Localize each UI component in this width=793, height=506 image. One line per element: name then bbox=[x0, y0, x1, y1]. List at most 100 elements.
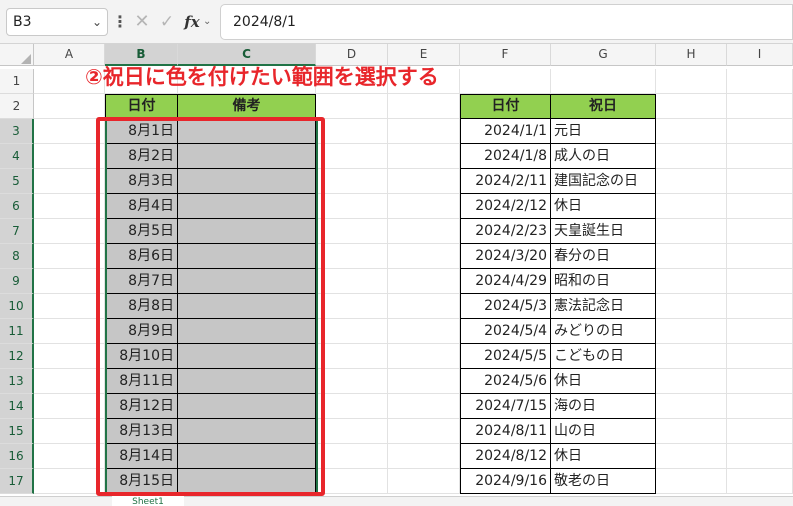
row-header-14[interactable]: 14 bbox=[0, 394, 34, 419]
holiday-date-cell[interactable]: 2024/7/15 bbox=[460, 394, 551, 419]
row-header-16[interactable]: 16 bbox=[0, 444, 34, 469]
check-icon[interactable]: ✓ bbox=[157, 8, 177, 36]
grid-cell[interactable] bbox=[656, 469, 727, 494]
grid-cell[interactable] bbox=[34, 444, 105, 469]
row-header-6[interactable]: 6 bbox=[0, 194, 34, 219]
holiday-name-cell[interactable]: 春分の日 bbox=[551, 244, 656, 269]
grid-cell[interactable] bbox=[316, 194, 388, 219]
holiday-date-cell[interactable]: 2024/2/12 bbox=[460, 194, 551, 219]
holiday-name-cell[interactable]: 休日 bbox=[551, 444, 656, 469]
grid-cell[interactable] bbox=[316, 169, 388, 194]
row-header-4[interactable]: 4 bbox=[0, 144, 34, 169]
grid-cell[interactable] bbox=[727, 269, 793, 294]
grid-cell[interactable] bbox=[34, 319, 105, 344]
grid-cell[interactable] bbox=[656, 444, 727, 469]
grid-cell[interactable] bbox=[388, 269, 460, 294]
holiday-date-cell[interactable]: 2024/5/5 bbox=[460, 344, 551, 369]
grid-cell[interactable] bbox=[551, 69, 656, 94]
grid-cell[interactable] bbox=[316, 119, 388, 144]
row-header-9[interactable]: 9 bbox=[0, 269, 34, 294]
grid-cell[interactable] bbox=[656, 319, 727, 344]
grid-cell[interactable] bbox=[316, 269, 388, 294]
holiday-name-cell[interactable]: 昭和の日 bbox=[551, 269, 656, 294]
grid-cell[interactable] bbox=[727, 119, 793, 144]
grid-cell[interactable] bbox=[656, 269, 727, 294]
holiday-name-cell[interactable]: 敬老の日 bbox=[551, 469, 656, 494]
holiday-name-cell[interactable]: 成人の日 bbox=[551, 144, 656, 169]
row-header-3[interactable]: 3 bbox=[0, 119, 34, 144]
grid-cell[interactable] bbox=[34, 344, 105, 369]
grid-cell[interactable] bbox=[388, 394, 460, 419]
row-header-2[interactable]: 2 bbox=[0, 94, 34, 119]
holiday-date-cell[interactable]: 2024/4/29 bbox=[460, 269, 551, 294]
holiday-name-cell[interactable]: 建国記念の日 bbox=[551, 169, 656, 194]
holiday-name-cell[interactable]: こどもの日 bbox=[551, 344, 656, 369]
grid-cell[interactable] bbox=[316, 344, 388, 369]
grid-cell[interactable] bbox=[727, 319, 793, 344]
holiday-name-cell[interactable]: 休日 bbox=[551, 369, 656, 394]
grid-cell[interactable] bbox=[388, 319, 460, 344]
holiday-date-header[interactable]: 日付 bbox=[460, 94, 551, 119]
grid-cell[interactable] bbox=[656, 394, 727, 419]
column-header-f[interactable]: F bbox=[460, 44, 551, 66]
grid-cell[interactable] bbox=[727, 469, 793, 494]
grid-cell[interactable] bbox=[727, 94, 793, 119]
chevron-down-icon[interactable]: ⌄ bbox=[203, 8, 215, 36]
holiday-date-cell[interactable]: 2024/8/12 bbox=[460, 444, 551, 469]
grid-cell[interactable] bbox=[34, 119, 105, 144]
grid-cell[interactable] bbox=[34, 294, 105, 319]
grid-cell[interactable] bbox=[656, 294, 727, 319]
column-header-h[interactable]: H bbox=[656, 44, 727, 66]
grid-cell[interactable] bbox=[388, 469, 460, 494]
grid-cell[interactable] bbox=[316, 419, 388, 444]
grid-cell[interactable] bbox=[727, 294, 793, 319]
grid-cell[interactable] bbox=[656, 219, 727, 244]
grid-cell[interactable] bbox=[34, 219, 105, 244]
grid-cell[interactable] bbox=[656, 419, 727, 444]
grid-cell[interactable] bbox=[34, 194, 105, 219]
grid-cell[interactable] bbox=[34, 394, 105, 419]
grid-cell[interactable] bbox=[34, 419, 105, 444]
grid-cell[interactable] bbox=[656, 169, 727, 194]
grid-cell[interactable] bbox=[727, 369, 793, 394]
holiday-date-cell[interactable]: 2024/1/1 bbox=[460, 119, 551, 144]
grid-cell[interactable] bbox=[460, 69, 551, 94]
grid-cell[interactable] bbox=[388, 369, 460, 394]
holiday-name-cell[interactable]: 山の日 bbox=[551, 419, 656, 444]
grid-cell[interactable] bbox=[34, 269, 105, 294]
grid-cell[interactable] bbox=[316, 319, 388, 344]
grid-cell[interactable] bbox=[656, 94, 727, 119]
holiday-name-cell[interactable]: 憲法記念日 bbox=[551, 294, 656, 319]
column-header-i[interactable]: I bbox=[727, 44, 793, 66]
holiday-date-cell[interactable]: 2024/3/20 bbox=[460, 244, 551, 269]
row-header-12[interactable]: 12 bbox=[0, 344, 34, 369]
grid-cell[interactable] bbox=[388, 144, 460, 169]
row-header-5[interactable]: 5 bbox=[0, 169, 34, 194]
column-header-g[interactable]: G bbox=[551, 44, 656, 66]
grid-cell[interactable] bbox=[727, 194, 793, 219]
grid-cell[interactable] bbox=[34, 169, 105, 194]
insert-function-icon[interactable]: fx bbox=[181, 8, 203, 36]
holiday-name-cell[interactable]: 海の日 bbox=[551, 394, 656, 419]
grid-cell[interactable] bbox=[34, 244, 105, 269]
grid-cell[interactable] bbox=[656, 344, 727, 369]
grid-cell[interactable] bbox=[316, 394, 388, 419]
grid-cell[interactable] bbox=[388, 419, 460, 444]
grid-cell[interactable] bbox=[388, 194, 460, 219]
holiday-date-cell[interactable]: 2024/5/6 bbox=[460, 369, 551, 394]
grid-cell[interactable] bbox=[316, 469, 388, 494]
grid-cell[interactable] bbox=[34, 94, 105, 119]
holiday-date-cell[interactable]: 2024/2/11 bbox=[460, 169, 551, 194]
grid-cell[interactable] bbox=[316, 244, 388, 269]
grid-cell[interactable] bbox=[727, 419, 793, 444]
holiday-date-cell[interactable]: 2024/8/11 bbox=[460, 419, 551, 444]
more-vertical-icon[interactable]: ⋮ bbox=[112, 8, 128, 36]
holiday-name-cell[interactable]: 天皇誕生日 bbox=[551, 219, 656, 244]
grid-cell[interactable] bbox=[34, 469, 105, 494]
grid-cell[interactable] bbox=[34, 144, 105, 169]
column-header-cell-notes[interactable]: 備考 bbox=[177, 94, 316, 119]
row-header-10[interactable]: 10 bbox=[0, 294, 34, 319]
grid-cell[interactable] bbox=[656, 144, 727, 169]
grid-cell[interactable] bbox=[388, 244, 460, 269]
grid-cell[interactable] bbox=[727, 219, 793, 244]
